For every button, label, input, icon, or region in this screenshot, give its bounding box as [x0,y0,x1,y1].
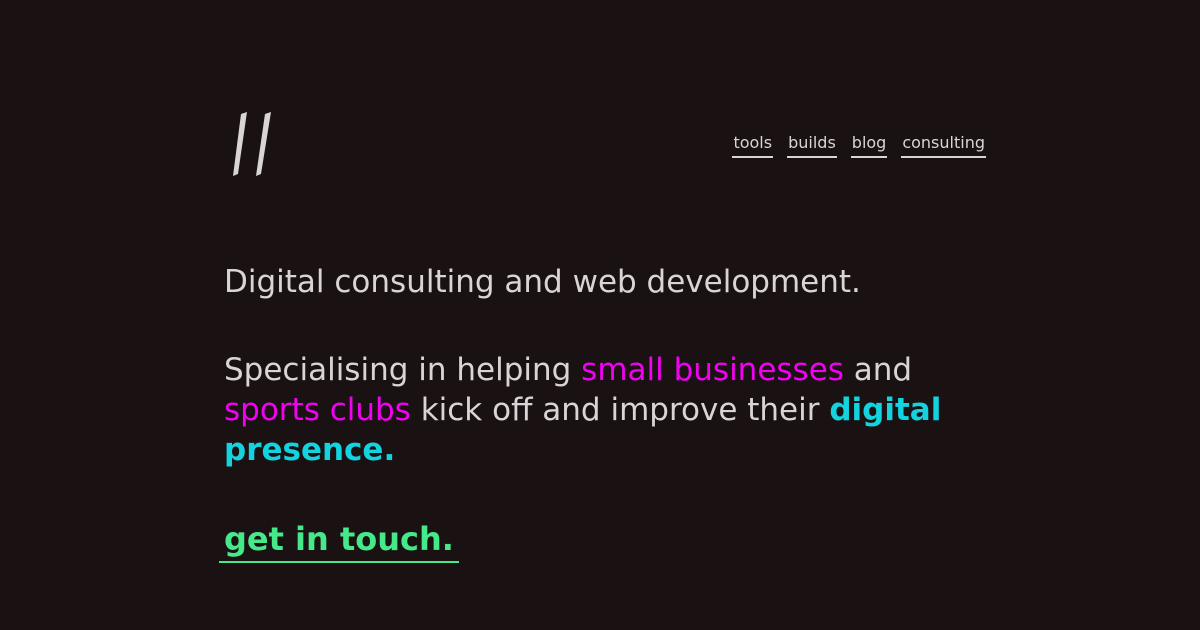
main-nav: tools builds blog consulting [732,132,986,158]
get-in-touch-link[interactable]: get in touch. [219,519,459,563]
hero-description: Specialising in helping small businesses… [224,350,964,470]
nav-link-tools[interactable]: tools [732,132,774,158]
double-slash-logo-icon[interactable] [228,108,280,178]
highlight-sports-clubs: sports clubs [224,392,411,428]
description-text: and [843,352,913,388]
nav-link-consulting[interactable]: consulting [901,132,986,158]
page-headline: Digital consulting and web development. [224,264,861,300]
nav-link-builds[interactable]: builds [787,132,837,158]
nav-link-blog[interactable]: blog [850,132,888,158]
description-text: kick off and improve their [410,392,830,428]
page: tools builds blog consulting Digital con… [0,0,1200,630]
highlight-small-businesses: small businesses [581,352,844,388]
description-text: Specialising in helping [224,352,582,388]
